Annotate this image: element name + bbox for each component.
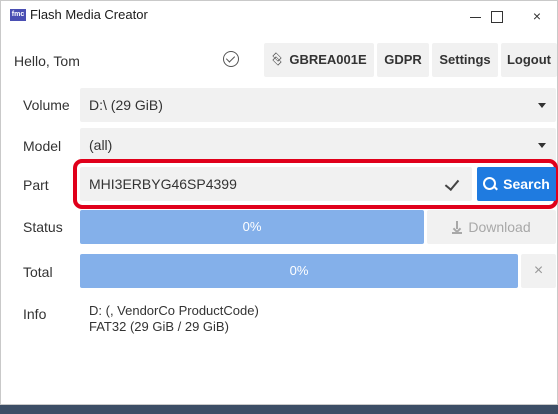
volume-label: Volume <box>23 97 70 113</box>
verified-check-icon <box>223 51 239 67</box>
part-label: Part <box>23 177 49 193</box>
title-bar: fmc Flash Media Creator × <box>1 1 557 31</box>
info-label: Info <box>23 306 47 322</box>
total-label: Total <box>23 264 53 280</box>
total-progress-bar: 0% <box>80 254 518 288</box>
status-progress-bar: 0% <box>80 210 424 244</box>
account-id-label: GBREA001E <box>289 52 367 67</box>
search-label: Search <box>503 176 550 192</box>
app-window: fmc Flash Media Creator × Hello, Tom GBR… <box>0 0 558 405</box>
download-icon <box>452 221 463 234</box>
status-label: Status <box>23 219 63 235</box>
download-button[interactable]: Download <box>427 210 556 244</box>
settings-button[interactable]: Settings <box>432 43 498 77</box>
model-label: Model <box>23 138 62 154</box>
info-text: D: (, VendorCo ProductCode) FAT32 (29 Gi… <box>89 303 259 335</box>
header-bar: Hello, Tom GBREA001E GDPR Settings Logou… <box>1 41 557 81</box>
window-title: Flash Media Creator <box>30 7 148 22</box>
search-button[interactable]: Search <box>477 167 556 201</box>
model-value: (all) <box>89 137 113 153</box>
info-line-device: D: (, VendorCo ProductCode) <box>89 303 259 318</box>
download-label: Download <box>468 219 531 235</box>
logout-button[interactable]: Logout <box>501 43 557 77</box>
info-line-filesystem: FAT32 (29 GiB / 29 GiB) <box>89 319 229 334</box>
gdpr-button[interactable]: GDPR <box>377 43 429 77</box>
app-logo-icon: fmc <box>10 9 26 21</box>
account-id-button[interactable]: GBREA001E <box>264 43 374 77</box>
chevron-down-icon <box>538 103 546 108</box>
cancel-button[interactable]: × <box>521 254 556 288</box>
search-icon <box>483 177 497 190</box>
close-button[interactable]: × <box>515 1 558 31</box>
layers-icon <box>271 53 283 65</box>
maximize-icon <box>491 11 503 24</box>
volume-select[interactable]: D:\ (29 GiB) <box>80 88 556 122</box>
maximize-button[interactable] <box>475 1 519 31</box>
volume-value: D:\ (29 GiB) <box>89 97 163 113</box>
chevron-down-icon <box>538 143 546 148</box>
greeting-text: Hello, Tom <box>14 53 80 69</box>
model-select[interactable]: (all) <box>80 128 556 162</box>
part-input[interactable]: MHI3ERBYG46SP4399 <box>80 167 472 201</box>
